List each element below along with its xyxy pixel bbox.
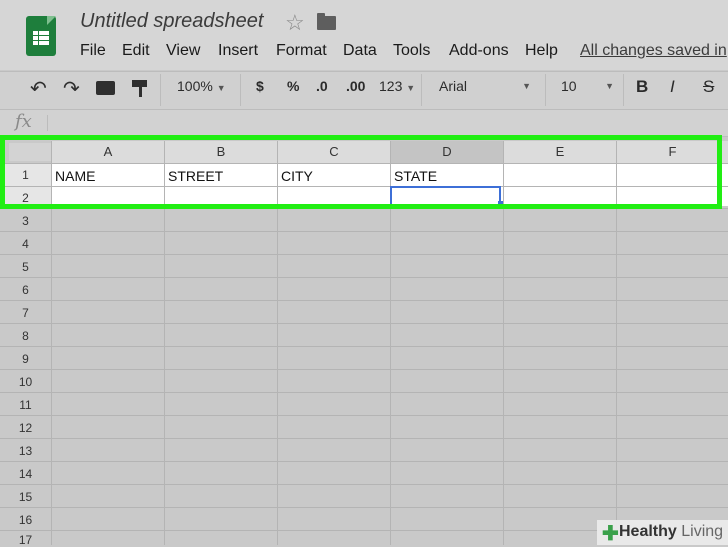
sheets-logo-icon[interactable]: [26, 16, 56, 56]
font-size-value: 10: [561, 78, 577, 94]
row-header-14[interactable]: 14: [0, 467, 51, 481]
decrease-decimals-button[interactable]: .0: [316, 78, 328, 94]
gridline: [0, 300, 728, 301]
watermark-suffix: Living: [681, 523, 724, 540]
toolbar-divider: [623, 74, 624, 106]
menu-edit[interactable]: Edit: [122, 42, 150, 60]
gridline: [0, 461, 728, 462]
zoom-select[interactable]: 100% ▼: [177, 78, 226, 94]
increase-decimals-button[interactable]: .00: [346, 78, 365, 94]
font-name: Arial: [439, 78, 468, 94]
formula-divider: [47, 115, 48, 131]
gridline: [0, 231, 728, 232]
chevron-down-icon: ▼: [605, 81, 614, 91]
menu-tools[interactable]: Tools: [393, 42, 430, 60]
more-formats-select[interactable]: 123 ▼: [379, 78, 415, 94]
star-icon[interactable]: ☆: [285, 10, 305, 36]
gridline: [0, 277, 728, 278]
toolbar-divider: [421, 74, 422, 106]
gridline: [0, 438, 728, 439]
chevron-down-icon: ▼: [216, 83, 226, 93]
menu-format[interactable]: Format: [276, 42, 327, 60]
menu-insert[interactable]: Insert: [218, 42, 258, 60]
row-header-12[interactable]: 12: [0, 421, 51, 435]
gridline: [0, 323, 728, 324]
leaf-icon: ✚: [602, 523, 619, 545]
document-title[interactable]: Untitled spreadsheet: [80, 10, 263, 33]
currency-button[interactable]: $: [256, 78, 264, 94]
highlight-box: [0, 135, 722, 209]
logo-grid: [33, 31, 49, 45]
menu-view[interactable]: View: [166, 42, 200, 60]
watermark-brand: Healthy: [619, 523, 677, 540]
gridline: [0, 346, 728, 347]
more-formats-label: 123: [379, 78, 403, 94]
print-icon[interactable]: [96, 81, 115, 95]
undo-icon[interactable]: ↶: [30, 76, 47, 101]
gridline: [0, 484, 728, 485]
toolbar-divider: [160, 74, 161, 106]
gridline: [0, 392, 728, 393]
row-header-6[interactable]: 6: [0, 283, 51, 297]
row-header-10[interactable]: 10: [0, 375, 51, 389]
row-header-8[interactable]: 8: [0, 329, 51, 343]
row-header-13[interactable]: 13: [0, 444, 51, 458]
font-size-select[interactable]: 10 ▼: [561, 78, 614, 94]
fx-icon: fx: [15, 111, 32, 132]
chevron-down-icon: ▼: [522, 81, 531, 91]
save-status-link[interactable]: All changes saved in: [580, 42, 727, 60]
toolbar-divider: [240, 74, 241, 106]
menu-addons[interactable]: Add-ons: [449, 42, 509, 60]
font-select[interactable]: Arial ▼: [439, 78, 531, 94]
row-header-15[interactable]: 15: [0, 490, 51, 504]
row-header-9[interactable]: 9: [0, 352, 51, 366]
menu-file[interactable]: File: [80, 42, 106, 60]
folder-icon[interactable]: [317, 13, 336, 30]
formula-input[interactable]: [56, 113, 716, 133]
menu-data[interactable]: Data: [343, 42, 377, 60]
watermark-text: Healthy Living: [619, 523, 723, 541]
row-header-7[interactable]: 7: [0, 306, 51, 320]
toolbar-divider: [545, 74, 546, 106]
row-header-3[interactable]: 3: [0, 214, 51, 228]
gridline: [0, 369, 728, 370]
paint-format-icon[interactable]: [132, 80, 147, 87]
gridline: [0, 254, 728, 255]
strikethrough-button[interactable]: S: [703, 77, 714, 97]
gridline: [0, 415, 728, 416]
row-header-11[interactable]: 11: [0, 398, 51, 412]
row-header-5[interactable]: 5: [0, 260, 51, 274]
chevron-down-icon: ▼: [406, 83, 416, 93]
redo-icon[interactable]: ↷: [63, 76, 80, 101]
percent-button[interactable]: %: [287, 78, 299, 94]
gridline: [0, 507, 728, 508]
menu-help[interactable]: Help: [525, 42, 558, 60]
zoom-value: 100%: [177, 78, 213, 94]
paint-format-handle: [139, 87, 142, 97]
bold-button[interactable]: B: [636, 77, 648, 97]
row-header-16[interactable]: 16: [0, 513, 51, 527]
italic-button[interactable]: I: [670, 77, 675, 97]
row-header-4[interactable]: 4: [0, 237, 51, 251]
